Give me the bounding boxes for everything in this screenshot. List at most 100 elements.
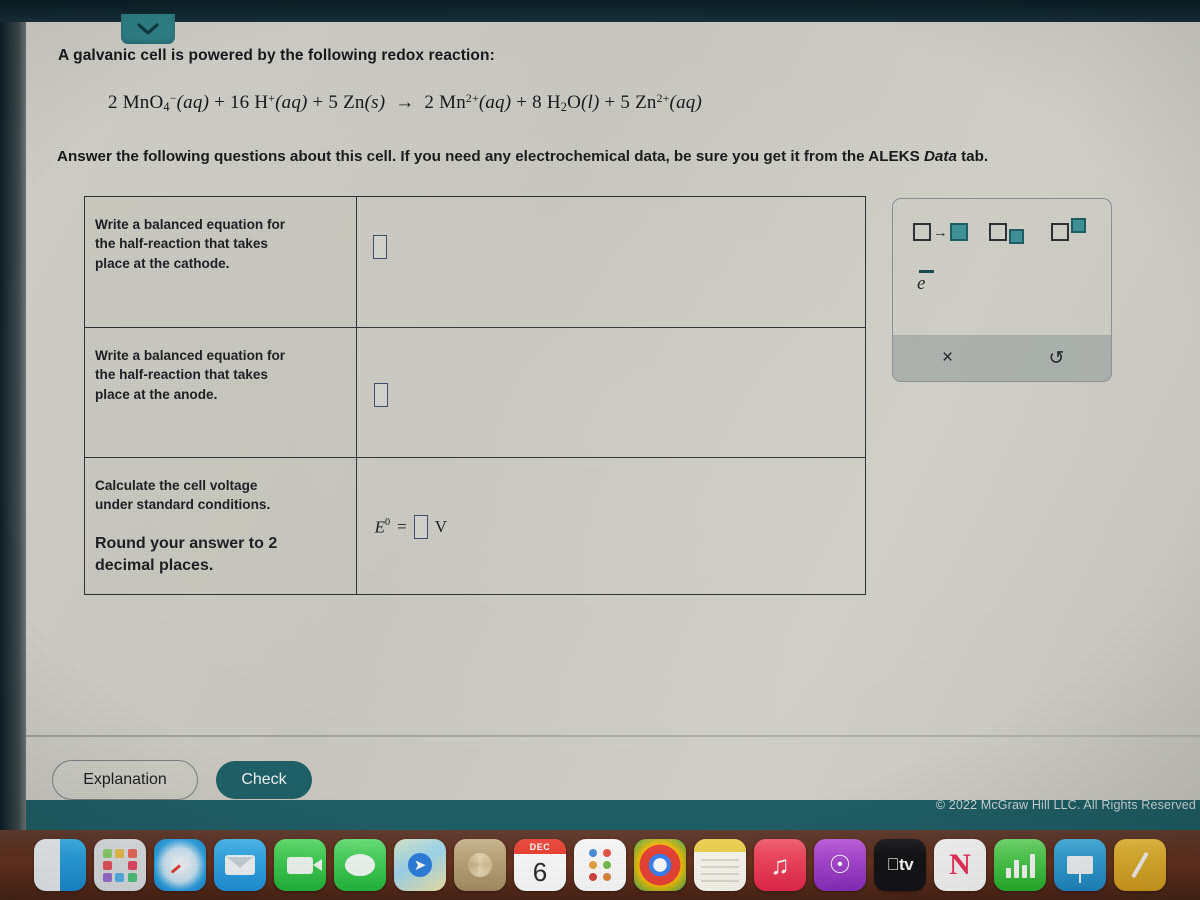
voltage-value-input[interactable] (413, 515, 428, 539)
subscript-button[interactable] (983, 215, 1029, 249)
palette-footer: × ↺ (893, 335, 1111, 381)
eq-species-zn: Zn (343, 92, 365, 114)
table-row: Write a balanced equation for the half-r… (84, 196, 867, 328)
superscript-icon (1050, 218, 1086, 241)
question-line: the half-reaction that takes (95, 367, 268, 383)
data-tab-instruction: Answer the following questions about thi… (57, 148, 1192, 165)
dock-item-maps[interactable]: ➤ (394, 839, 446, 891)
undo-button[interactable]: ↺ (1002, 347, 1111, 370)
dock-item-launchpad[interactable] (94, 839, 146, 891)
footer-divider (22, 735, 1200, 737)
reaction-arrow-icon: → (932, 223, 948, 241)
check-button[interactable]: Check (216, 761, 312, 799)
eq-species-h2o: H2O (546, 92, 582, 115)
explanation-button[interactable]: Explanation (52, 760, 198, 800)
dock-item-pages[interactable] (1114, 839, 1166, 891)
empty-square-icon (988, 223, 1007, 241)
dock-item-safari[interactable] (154, 839, 206, 891)
facetime-icon (287, 856, 322, 874)
notes-lines (701, 859, 739, 887)
instruction-post: tab. (956, 148, 989, 165)
mail-icon (225, 855, 255, 875)
dock-item-keynote[interactable] (1054, 839, 1106, 891)
launchpad-icon (103, 848, 137, 882)
superscript-button[interactable] (1045, 215, 1091, 249)
answer-cell-cathode[interactable] (355, 196, 867, 328)
dock-item-messages[interactable] (334, 839, 386, 891)
answer-cell-voltage[interactable]: E0 = V (355, 457, 867, 595)
equals-sign: = (397, 517, 407, 536)
eq-plus-4: + (604, 92, 616, 114)
eq-species-mn2: Mn2+ (439, 92, 479, 114)
eq-plus-1: + (214, 92, 225, 114)
chemistry-toolbar-palette: → e × ↺ (892, 198, 1112, 382)
dock-item-news[interactable]: N (934, 839, 986, 891)
table-row: Write a balanced equation for the half-r… (84, 327, 867, 458)
clear-button[interactable]: × (893, 347, 1002, 369)
dock-item-calendar[interactable]: DEC 6 (514, 839, 566, 891)
eq-state-6: (aq) (669, 92, 703, 114)
problem-prompt: A galvanic cell is powered by the follow… (58, 47, 495, 64)
eq-state-5: (l) (581, 92, 600, 114)
eq-coef-2: 16 (229, 92, 250, 114)
copyright-notice: © 2022 McGraw Hill LLC. All Rights Reser… (935, 798, 1196, 812)
safari-icon (170, 856, 190, 874)
eq-plus-3: + (516, 92, 528, 114)
maps-icon: ➤ (408, 853, 432, 877)
dock-item-music[interactable]: ♫ (754, 839, 806, 891)
action-button-row: Explanation Check (52, 760, 312, 800)
question-line: place at the anode. (95, 386, 218, 402)
eq-species-mno4: MnO4− (122, 92, 177, 115)
dock-item-appletv[interactable]: tv (874, 839, 926, 891)
eq-state-3: (s) (364, 92, 386, 114)
electron-button[interactable]: e (917, 270, 934, 295)
palette-button-row: → (893, 215, 1111, 249)
electron-label: e (917, 273, 926, 294)
macos-dock: ➤ DEC 6 ♫ ☉ tv N (0, 830, 1200, 900)
numbers-icon (1005, 852, 1035, 878)
dock-item-podcasts[interactable]: ☉ (814, 839, 866, 891)
contacts-icon (589, 849, 611, 881)
voltage-unit: V (434, 517, 447, 536)
keynote-icon (1067, 856, 1093, 883)
filled-square-icon (1008, 229, 1024, 244)
laptop-bezel-left (0, 0, 26, 830)
pages-icon (1131, 851, 1149, 879)
collapse-tab[interactable] (121, 14, 175, 44)
table-row: Calculate the cell voltage under standar… (84, 457, 867, 595)
dock-item-facetime[interactable] (274, 839, 326, 891)
dock-item-contacts[interactable] (574, 839, 626, 891)
answer-cell-anode[interactable] (355, 327, 867, 458)
messages-icon (345, 854, 375, 876)
empty-square-icon (912, 223, 931, 241)
reaction-arrow-button[interactable]: → (912, 215, 968, 249)
instruction-pre: Answer the following questions about thi… (57, 148, 924, 165)
cathode-equation-input[interactable] (372, 235, 387, 259)
dock-item-chrome[interactable] (634, 839, 686, 891)
question-cell-anode: Write a balanced equation for the half-r… (84, 327, 357, 458)
dock-item-mail[interactable] (214, 839, 266, 891)
question-line: decimal places. (95, 557, 214, 575)
voltage-symbol: E0 (374, 516, 391, 537)
redox-equation: 2 MnO4−(aq) + 16 H+(aq) + 5 Zn(s) → 2 Mn2+(a… (108, 92, 702, 115)
dock-item-numbers[interactable] (994, 839, 1046, 891)
subscript-icon (988, 223, 1024, 244)
laptop-bezel-top (0, 0, 1200, 22)
dock-item-notes[interactable] (694, 839, 746, 891)
music-icon: ♫ (770, 849, 790, 880)
eq-coef-3: 5 (328, 92, 339, 114)
photos-icon (468, 853, 492, 877)
minus-bar-icon (919, 270, 934, 273)
eq-arrow-icon: → (395, 92, 415, 114)
eq-coef-5: 8 (532, 92, 542, 114)
eq-coef-4: 2 (424, 92, 435, 114)
dock-item-finder[interactable] (34, 839, 86, 891)
eq-state-1: (aq) (176, 92, 210, 114)
questions-table: Write a balanced equation for the half-r… (84, 196, 867, 595)
dock-item-photos[interactable] (454, 839, 506, 891)
eq-species-zn2: Zn2+ (635, 92, 670, 114)
anode-equation-input[interactable] (373, 383, 388, 407)
apple-tv-label: tv (892, 855, 914, 874)
cell-voltage-expression: E0 = V (375, 515, 447, 539)
eq-state-2: (aq) (275, 92, 308, 114)
